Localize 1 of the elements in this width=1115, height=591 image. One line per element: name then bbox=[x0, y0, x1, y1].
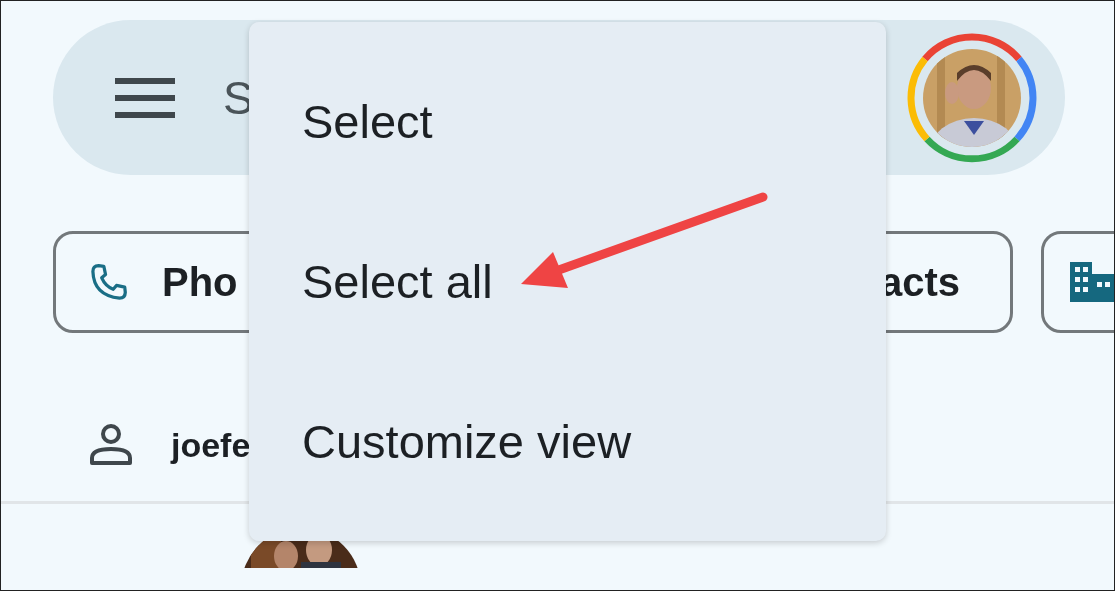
account-email: joefe bbox=[171, 425, 251, 465]
